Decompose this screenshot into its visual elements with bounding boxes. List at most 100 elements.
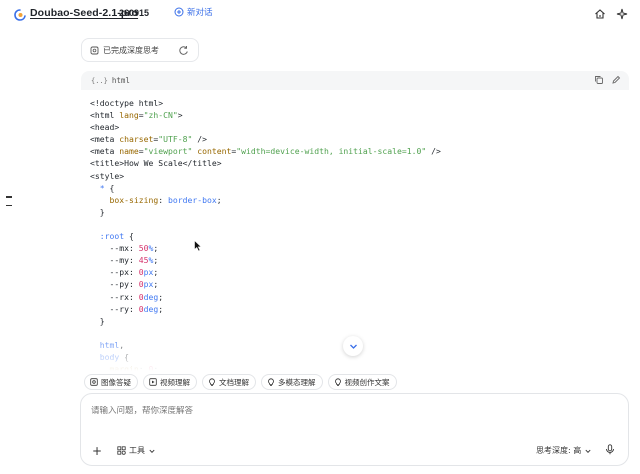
house-share-icon[interactable] (594, 8, 606, 20)
chevron-down-icon (149, 449, 155, 453)
code-token: "viewport" (143, 146, 193, 157)
code-line: <style> (90, 170, 629, 182)
code-token: box-sizing (90, 194, 159, 205)
code-token: "width=device-width, initial-scale=1.0" (236, 146, 427, 157)
code-token: :root (90, 231, 129, 242)
code-line: --py: 0px; (90, 278, 629, 290)
thinking-status[interactable]: 已完成深度思考 (81, 38, 199, 62)
copy-icon[interactable] (594, 75, 604, 85)
code-token: <meta (90, 146, 120, 157)
code-token: /> (192, 134, 207, 145)
code-icon: {..} (91, 76, 108, 85)
code-line: --ry: 0deg; (90, 303, 629, 315)
code-header: {..} html (81, 71, 629, 90)
message-input[interactable] (91, 406, 611, 416)
chip-label: 多模态理解 (278, 377, 316, 387)
code-token: deg (143, 291, 159, 302)
suggestion-chip[interactable]: 图像答疑 (84, 374, 138, 390)
code-line: <title>How We Scale</title> (90, 157, 629, 169)
code-line: <meta name="viewport" content="width=dev… (90, 145, 629, 157)
add-attachment-button[interactable]: + (92, 444, 102, 458)
code-token: ; (153, 267, 159, 278)
code-token: { (128, 231, 134, 242)
chevron-down-icon (349, 344, 357, 349)
code-token: charset (119, 134, 154, 145)
code-line: box-sizing: border-box; (90, 194, 629, 206)
suggestion-chips: 图像答疑 视频理解 文档理解 多模态理解 视频创作文案 (84, 374, 397, 390)
new-chat-label: 新对话 (187, 8, 213, 18)
code-token: "UTF-8" (158, 134, 193, 145)
code-token: --py: (90, 279, 139, 290)
code-line: <html lang="zh-CN"> (90, 109, 629, 121)
code-token: px (143, 267, 154, 278)
code-token: border-box (167, 194, 217, 205)
suggestion-chip[interactable]: 视频创作文案 (327, 374, 397, 390)
bulb-icon (208, 378, 219, 386)
brain-icon (90, 46, 99, 54)
marker-line (6, 204, 12, 206)
code-line: --rx: 0deg; (90, 291, 629, 303)
code-token: name (119, 146, 139, 157)
video-icon (149, 378, 160, 386)
code-token: deg (143, 303, 159, 314)
side-markers (6, 196, 12, 213)
thinking-label: 已完成深度思考 (103, 45, 159, 55)
code-token: ; (158, 291, 164, 302)
code-token: /> (426, 146, 441, 157)
new-chat-icon (174, 7, 184, 17)
code-line: } (90, 206, 629, 218)
bulb-icon (334, 378, 345, 386)
code-line: } (90, 315, 629, 327)
code-token: <!doctype html> (90, 98, 164, 108)
code-token: } (90, 315, 105, 326)
chip-label: 视频理解 (160, 377, 190, 387)
microphone-icon[interactable] (605, 444, 615, 455)
suggestion-chip[interactable]: 文档理解 (202, 374, 256, 390)
code-token: ; (158, 303, 164, 314)
code-line: * { (90, 182, 629, 194)
code-token: --ry: (90, 303, 139, 314)
code-token: --mx: (90, 243, 139, 254)
refresh-icon[interactable] (178, 45, 189, 56)
chevron-down-icon (585, 449, 591, 453)
code-line: --px: 0px; (90, 266, 629, 278)
bulb-icon (267, 378, 278, 386)
code-token: --my: (90, 255, 139, 266)
code-token: } (90, 206, 105, 217)
tools-dropdown[interactable]: 工具 (117, 445, 156, 456)
top-bar: Doubao-Seed-2.1-pro 260915 新对话 (0, 0, 640, 30)
edit-icon[interactable] (611, 75, 621, 85)
chip-label: 视频创作文案 (344, 377, 390, 387)
code-token: * (90, 182, 110, 193)
message-composer: + 工具 思考深度: 高 (80, 393, 629, 466)
suggestion-chip[interactable]: 视频理解 (143, 374, 197, 390)
code-token: content (197, 146, 232, 157)
code-block: {..} html <!doctype html> <html lang="zh-… (81, 71, 629, 371)
code-language: html (111, 76, 130, 85)
code-line: <head> (90, 121, 629, 133)
code-token: ; (153, 279, 159, 290)
code-token: <style> (90, 170, 125, 181)
suggestion-chip[interactable]: 多模态理解 (261, 374, 323, 390)
code-token: <meta (90, 134, 120, 145)
code-token: lang (119, 110, 139, 121)
model-version: 260915 (119, 8, 150, 18)
code-token: ; (153, 243, 159, 254)
code-token: : (158, 194, 168, 205)
code-line: :root { (90, 230, 629, 242)
marker-line (6, 196, 12, 198)
thinking-depth-selector[interactable]: 思考深度: 高 (536, 445, 592, 456)
scroll-down-button[interactable] (343, 336, 363, 356)
code-line: --mx: 50%; (90, 242, 629, 254)
code-token: { (109, 182, 115, 193)
thinking-depth-label: 思考深度: 高 (536, 446, 582, 455)
new-chat-button[interactable]: 新对话 (174, 6, 213, 18)
tools-label: 工具 (129, 446, 145, 455)
sparkle-icon[interactable] (616, 8, 628, 20)
code-token: "zh-CN" (143, 110, 178, 121)
code-token: ; (216, 194, 222, 205)
code-token: --px: (90, 267, 139, 278)
code-token: <head> (90, 122, 120, 133)
code-token: --rx: (90, 291, 139, 302)
